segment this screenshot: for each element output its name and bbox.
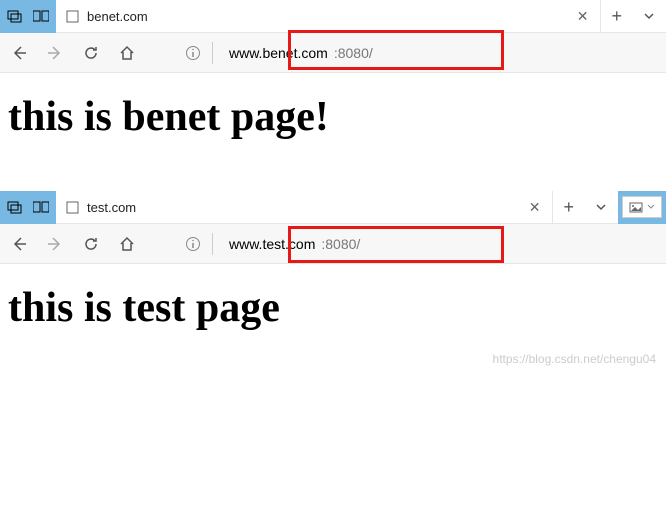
titlebar-right: [618, 191, 666, 224]
titlebar: test.com ✕ +: [0, 191, 666, 224]
address-bar-container: www.benet.com :8080/: [152, 38, 658, 68]
watermark: https://blog.csdn.net/chengu04: [493, 352, 656, 366]
site-info-icon[interactable]: [182, 42, 204, 64]
tab-menu-button[interactable]: [584, 191, 618, 224]
url-host: www.test.com: [229, 236, 315, 252]
divider: [212, 42, 213, 64]
url-port: :8080/: [321, 236, 360, 252]
tabs-aside-icon[interactable]: [32, 7, 50, 25]
titlebar: benet.com ✕ +: [0, 0, 666, 33]
tab-close-button[interactable]: ✕: [517, 199, 553, 216]
back-button[interactable]: [8, 42, 30, 64]
navbar: www.benet.com :8080/: [0, 33, 666, 73]
tab-menu-button[interactable]: [632, 0, 666, 33]
address-bar[interactable]: www.test.com :8080/: [221, 229, 368, 259]
tab-close-button[interactable]: ✕: [565, 8, 601, 25]
url-host: www.benet.com: [229, 45, 328, 61]
back-button[interactable]: [8, 233, 30, 255]
set-aside-tabs-icon[interactable]: [6, 7, 24, 25]
tab-strip: ✕: [146, 199, 552, 216]
page-heading: this is test page: [8, 284, 658, 332]
tab-strip: ✕: [158, 8, 601, 25]
url-port: :8080/: [334, 45, 373, 61]
page-heading: this is benet page!: [8, 93, 658, 141]
home-button[interactable]: [116, 233, 138, 255]
site-info-icon[interactable]: [182, 233, 204, 255]
new-tab-button[interactable]: +: [600, 0, 632, 33]
navbar: www.test.com :8080/: [0, 224, 666, 264]
address-bar-container: www.test.com :8080/: [152, 229, 658, 259]
address-bar[interactable]: www.benet.com :8080/: [221, 38, 381, 68]
tabs-aside-icon[interactable]: [32, 198, 50, 216]
page-content: this is benet page!: [0, 73, 666, 181]
web-note-button[interactable]: [622, 196, 662, 218]
titlebar-left: [0, 191, 56, 224]
browser-tab[interactable]: test.com: [56, 191, 146, 224]
refresh-button[interactable]: [80, 233, 102, 255]
page-icon: [66, 201, 79, 214]
set-aside-tabs-icon[interactable]: [6, 198, 24, 216]
titlebar-left: [0, 0, 56, 33]
forward-button[interactable]: [44, 233, 66, 255]
forward-button[interactable]: [44, 42, 66, 64]
refresh-button[interactable]: [80, 42, 102, 64]
home-button[interactable]: [116, 42, 138, 64]
tab-title: test.com: [87, 200, 136, 215]
browser-tab[interactable]: benet.com: [56, 0, 158, 33]
browser-window-1: benet.com ✕ + www.benet.com :8080/: [0, 0, 666, 181]
tab-title: benet.com: [87, 9, 148, 24]
page-icon: [66, 10, 79, 23]
divider: [212, 233, 213, 255]
new-tab-button[interactable]: +: [552, 191, 584, 224]
browser-window-2: test.com ✕ +: [0, 191, 666, 372]
